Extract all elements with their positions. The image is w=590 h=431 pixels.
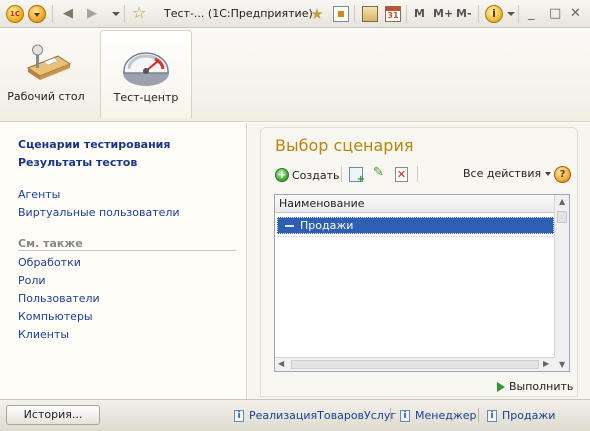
execute-button[interactable]: Выполнить [497,380,573,393]
memory-m-button[interactable]: M [414,7,425,20]
gauge-icon [123,52,169,86]
desktop-icon [26,44,72,80]
memory-plus-button[interactable]: M+ [433,7,453,20]
history-link[interactable]: i Продажи [487,409,555,422]
section-label: Рабочий стол [7,90,85,103]
scroll-down-icon[interactable]: ▼ [559,360,565,369]
history-link-label: Менеджер [415,409,477,422]
link-document-icon[interactable] [333,6,349,22]
history-dropdown-icon[interactable] [112,12,120,16]
calculator-icon[interactable] [362,6,378,22]
sections-panel: Рабочий стол Тест-центр [0,28,590,122]
section-test-center[interactable]: Тест-центр [100,30,192,118]
status-bar: История... i РеализацияТоваровУслуг i Ме… [0,399,590,431]
see-also-heading: См. также [18,237,83,250]
copy-icon[interactable] [349,167,365,185]
create-button[interactable]: + Создать [275,166,340,184]
row-marker-icon [285,225,294,227]
scroll-left-icon[interactable]: ◀ [278,359,284,368]
info-doc-icon: i [487,409,497,422]
column-header-name[interactable]: Наименование [275,195,555,213]
close-button[interactable]: ✕ [570,6,581,22]
memory-minus-button[interactable]: M- [456,7,472,20]
nav-virtual-users[interactable]: Виртуальные пользователи [18,206,180,219]
vertical-scrollbar[interactable]: ▲ ▼ [554,195,569,371]
calendar-day: 31 [387,11,399,20]
help-icon[interactable]: ? [554,166,571,183]
calendar-icon[interactable]: 31 [385,6,401,22]
left-nav-panel: Сценарии тестирования Результаты тестов … [0,123,247,399]
nav-clients[interactable]: Клиенты [18,328,69,341]
section-label: Тест-центр [113,91,179,104]
main-menu-button[interactable] [28,5,46,23]
separator [124,5,125,23]
window-title: Тест-... (1С:Предприятие) [164,7,313,20]
delete-icon[interactable]: ✕ [395,167,408,182]
separator [478,5,479,23]
nav-agents[interactable]: Агенты [18,188,60,201]
nav-test-results[interactable]: Результаты тестов [18,156,137,169]
forward-arrow-icon[interactable]: ▶ [84,6,100,22]
1c-logo-icon[interactable]: 1С [6,5,24,23]
back-arrow-icon[interactable]: ◀ [60,6,76,22]
scroll-up-icon[interactable]: ▲ [559,197,565,206]
history-link[interactable]: i Менеджер [400,409,476,422]
info-icon[interactable]: i [485,5,503,23]
history-button[interactable]: История... [6,405,100,425]
history-link-label: Продажи [502,409,556,422]
separator [390,408,391,422]
execute-label: Выполнить [509,380,574,393]
horizontal-scrollbar[interactable]: ◀ ▶ [275,357,555,371]
separator [354,5,355,23]
minimize-button[interactable]: _ [528,6,535,22]
form-toolbar: + Создать ✎ ✕ Все действия ? [275,164,575,186]
scroll-right-icon[interactable]: ▶ [543,359,549,368]
info-dropdown-icon[interactable] [507,12,515,16]
nav-users[interactable]: Пользователи [18,292,100,305]
add-to-favorites-icon[interactable]: ★ [309,6,325,22]
row-name: Продажи [300,219,354,232]
scenarios-table: Наименование Продажи ▲ ▼ ◀ ▶ [274,194,570,372]
scenario-selection-form: Выбор сценария + Создать ✎ ✕ Все действи… [260,127,578,397]
scroll-thumb[interactable] [557,211,567,223]
info-doc-icon: i [400,409,410,422]
table-row[interactable]: Продажи [277,217,554,234]
see-also-divider [18,250,236,251]
plus-icon: + [275,168,289,182]
history-link[interactable]: i РеализацияТоваровУслуг [234,409,396,422]
separator [406,5,407,23]
separator [52,5,53,23]
nav-test-scenarios[interactable]: Сценарии тестирования [18,138,170,151]
play-icon [497,381,505,392]
nav-roles[interactable]: Роли [18,274,46,287]
scroll-thumb[interactable] [291,360,539,369]
separator [478,408,479,422]
title-bar: 1С ◀ ▶ ☆ Тест-... (1С:Предприятие) ★ 31 … [0,0,590,28]
maximize-button[interactable]: □ [549,6,561,22]
row-divider [275,236,555,237]
main-area: Выбор сценария + Создать ✎ ✕ Все действи… [248,123,590,399]
favorites-star-icon[interactable]: ☆ [132,4,146,22]
all-actions-menu[interactable]: Все действия [463,167,551,180]
info-doc-icon: i [234,409,244,422]
nav-processing[interactable]: Обработки [18,256,81,269]
separator [341,166,342,182]
history-link-label: РеализацияТоваровУслуг [249,409,397,422]
edit-pencil-icon[interactable]: ✎ [373,165,384,180]
nav-computers[interactable]: Компьютеры [18,310,93,323]
separator [417,166,418,182]
form-title: Выбор сценария [275,136,414,155]
create-label: Создать [292,168,340,182]
separator [518,5,519,23]
section-desktop[interactable]: Рабочий стол [0,30,92,118]
